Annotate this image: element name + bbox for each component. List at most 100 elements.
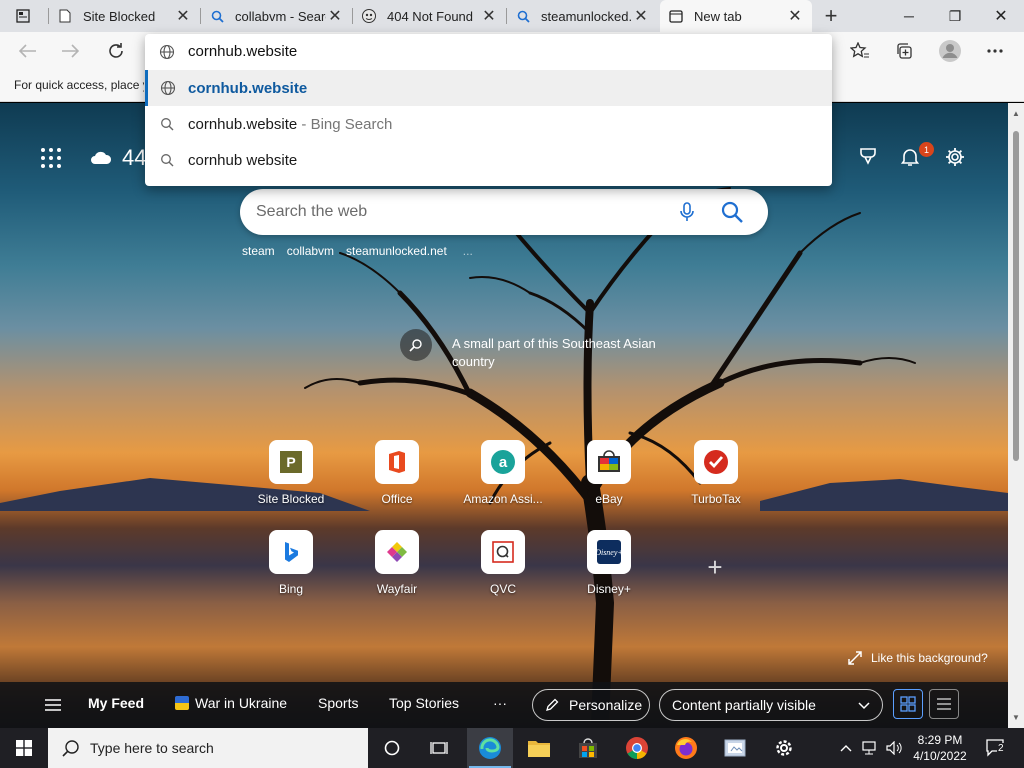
suggestion-row[interactable]: cornhub.website <box>145 70 832 106</box>
list-view-button[interactable] <box>929 689 959 719</box>
search-icon <box>145 142 188 178</box>
page-settings-button[interactable] <box>943 145 967 169</box>
rewards-button[interactable] <box>856 145 880 169</box>
tab-close-button[interactable]: ✕ <box>480 7 498 25</box>
tile-turbotax[interactable]: TurboTax <box>676 440 756 506</box>
suggestion-row[interactable]: cornhub website <box>145 142 832 178</box>
address-bar-input[interactable] <box>188 41 788 61</box>
volume-button[interactable] <box>884 728 906 768</box>
quick-link-steam[interactable]: steam <box>242 244 275 258</box>
tab-actions-button[interactable] <box>0 0 46 32</box>
profile-button[interactable] <box>934 35 966 67</box>
taskbar-file-explorer[interactable] <box>516 728 562 768</box>
search-icon[interactable] <box>720 200 744 224</box>
feed-tab-sports[interactable]: Sports <box>318 695 358 711</box>
tile-wayfair[interactable]: Wayfair <box>357 530 437 596</box>
restore-button[interactable]: ❐ <box>932 0 978 32</box>
task-view-button[interactable] <box>416 728 462 768</box>
gear-icon <box>776 740 792 756</box>
scrollbar-thumb[interactable] <box>1013 131 1019 461</box>
page-scrollbar[interactable]: ▲ ▼ <box>1008 103 1024 728</box>
tile-label: eBay <box>595 492 623 506</box>
feed-tab-label: War in Ukraine <box>195 695 288 711</box>
content-visibility-dropdown[interactable]: Content partially visible <box>659 689 883 721</box>
tab-close-button[interactable]: ✕ <box>326 7 344 25</box>
suggestion-row[interactable]: cornhub.website - Bing Search <box>145 106 832 142</box>
taskbar-store[interactable] <box>565 728 611 768</box>
tile-ebay[interactable]: eBay <box>569 440 649 506</box>
network-button[interactable] <box>860 728 882 768</box>
list-view-icon <box>937 698 951 710</box>
weather-widget[interactable]: 44 <box>90 145 146 171</box>
feed-tab-top-stories[interactable]: Top Stories <box>389 695 459 711</box>
new-tab-button[interactable]: + <box>816 0 846 32</box>
globe-icon <box>159 44 175 60</box>
personalize-label: Personalize <box>569 697 643 713</box>
speaker-icon <box>886 741 902 755</box>
add-site-button[interactable]: + <box>703 554 727 580</box>
tab-collabvm-search[interactable]: collabvm - Search ✕ <box>201 0 352 32</box>
personalize-button[interactable]: Personalize <box>532 689 650 721</box>
start-button[interactable] <box>0 728 48 768</box>
turbotax-icon <box>694 440 738 484</box>
quick-links-more[interactable]: ... <box>463 244 473 258</box>
menu-icon[interactable] <box>44 696 62 714</box>
refresh-button[interactable] <box>100 35 132 67</box>
tile-bing[interactable]: Bing <box>251 530 331 596</box>
taskbar-edge[interactable] <box>467 728 513 768</box>
like-background-button[interactable]: Like this background? <box>848 651 988 665</box>
feed-tab-my-feed[interactable]: My Feed <box>88 695 144 711</box>
background-caption: A small part of this Southeast Asian cou… <box>452 336 656 369</box>
taskbar-firefox[interactable] <box>663 728 709 768</box>
tab-title: New tab <box>694 8 742 24</box>
tab-close-button[interactable]: ✕ <box>786 7 804 25</box>
web-search-box[interactable]: Search the web <box>240 189 768 235</box>
taskbar-chrome[interactable] <box>614 728 660 768</box>
quick-link-steamunlocked[interactable]: steamunlocked.net <box>346 244 447 258</box>
chrome-icon <box>626 737 648 759</box>
apps-grid-icon[interactable] <box>40 147 62 169</box>
taskbar-search-box[interactable]: Type here to search <box>48 728 368 768</box>
tray-overflow-button[interactable] <box>836 728 856 768</box>
quick-link-collabvm[interactable]: collabvm <box>287 244 334 258</box>
back-button[interactable] <box>12 35 44 67</box>
tile-office[interactable]: Office <box>357 440 437 506</box>
tab-site-blocked[interactable]: Site Blocked ✕ <box>49 0 200 32</box>
tile-qvc[interactable]: QVC <box>463 530 543 596</box>
scroll-up-arrow-icon[interactable]: ▲ <box>1012 109 1020 118</box>
scroll-down-arrow-icon[interactable]: ▼ <box>1012 713 1020 722</box>
chevron-up-icon <box>840 745 852 752</box>
favorites-button[interactable] <box>844 35 876 67</box>
tile-disney-plus[interactable]: Disney+ Disney+ <box>569 530 649 596</box>
microphone-icon[interactable] <box>676 201 698 223</box>
system-clock[interactable]: 8:29 PM 4/10/2022 <box>908 732 972 764</box>
rewards-trophy-icon <box>860 148 876 165</box>
firefox-icon <box>675 737 697 759</box>
tile-amazon-assistant[interactable]: a Amazon Assi... <box>463 440 543 506</box>
tab-new-tab[interactable]: New tab ✕ <box>660 0 812 32</box>
tab-close-button[interactable]: ✕ <box>632 7 650 25</box>
taskbar-app[interactable] <box>712 728 758 768</box>
qvc-icon <box>481 530 525 574</box>
taskbar-settings[interactable] <box>761 728 807 768</box>
settings-more-button[interactable] <box>979 35 1011 67</box>
forward-button[interactable] <box>54 35 86 67</box>
tab-title: steamunlocked.net <box>541 8 632 24</box>
tab-steamunlocked[interactable]: steamunlocked.net ✕ <box>507 0 658 32</box>
minimize-button[interactable]: ─ <box>886 0 932 32</box>
tab-404-not-found[interactable]: 404 Not Found ✕ <box>353 0 506 32</box>
collections-button[interactable] <box>888 35 920 67</box>
feed-tab-war-in-ukraine[interactable]: War in Ukraine <box>175 695 287 711</box>
tile-label: QVC <box>489 582 516 596</box>
app-window-icon <box>724 739 746 757</box>
newtab-icon <box>668 8 684 24</box>
grid-view-button[interactable] <box>893 689 923 719</box>
cortana-button[interactable] <box>370 728 414 768</box>
globe-icon <box>148 70 188 106</box>
close-window-button[interactable]: ✕ <box>978 0 1024 32</box>
tab-close-button[interactable]: ✕ <box>174 7 192 25</box>
tile-site-blocked[interactable]: P Site Blocked <box>251 440 331 506</box>
feed-more-button[interactable]: ··· <box>493 695 507 711</box>
action-center-button[interactable]: 2 <box>980 728 1012 768</box>
background-info[interactable]: A small part of this Southeast Asian cou… <box>400 329 682 371</box>
